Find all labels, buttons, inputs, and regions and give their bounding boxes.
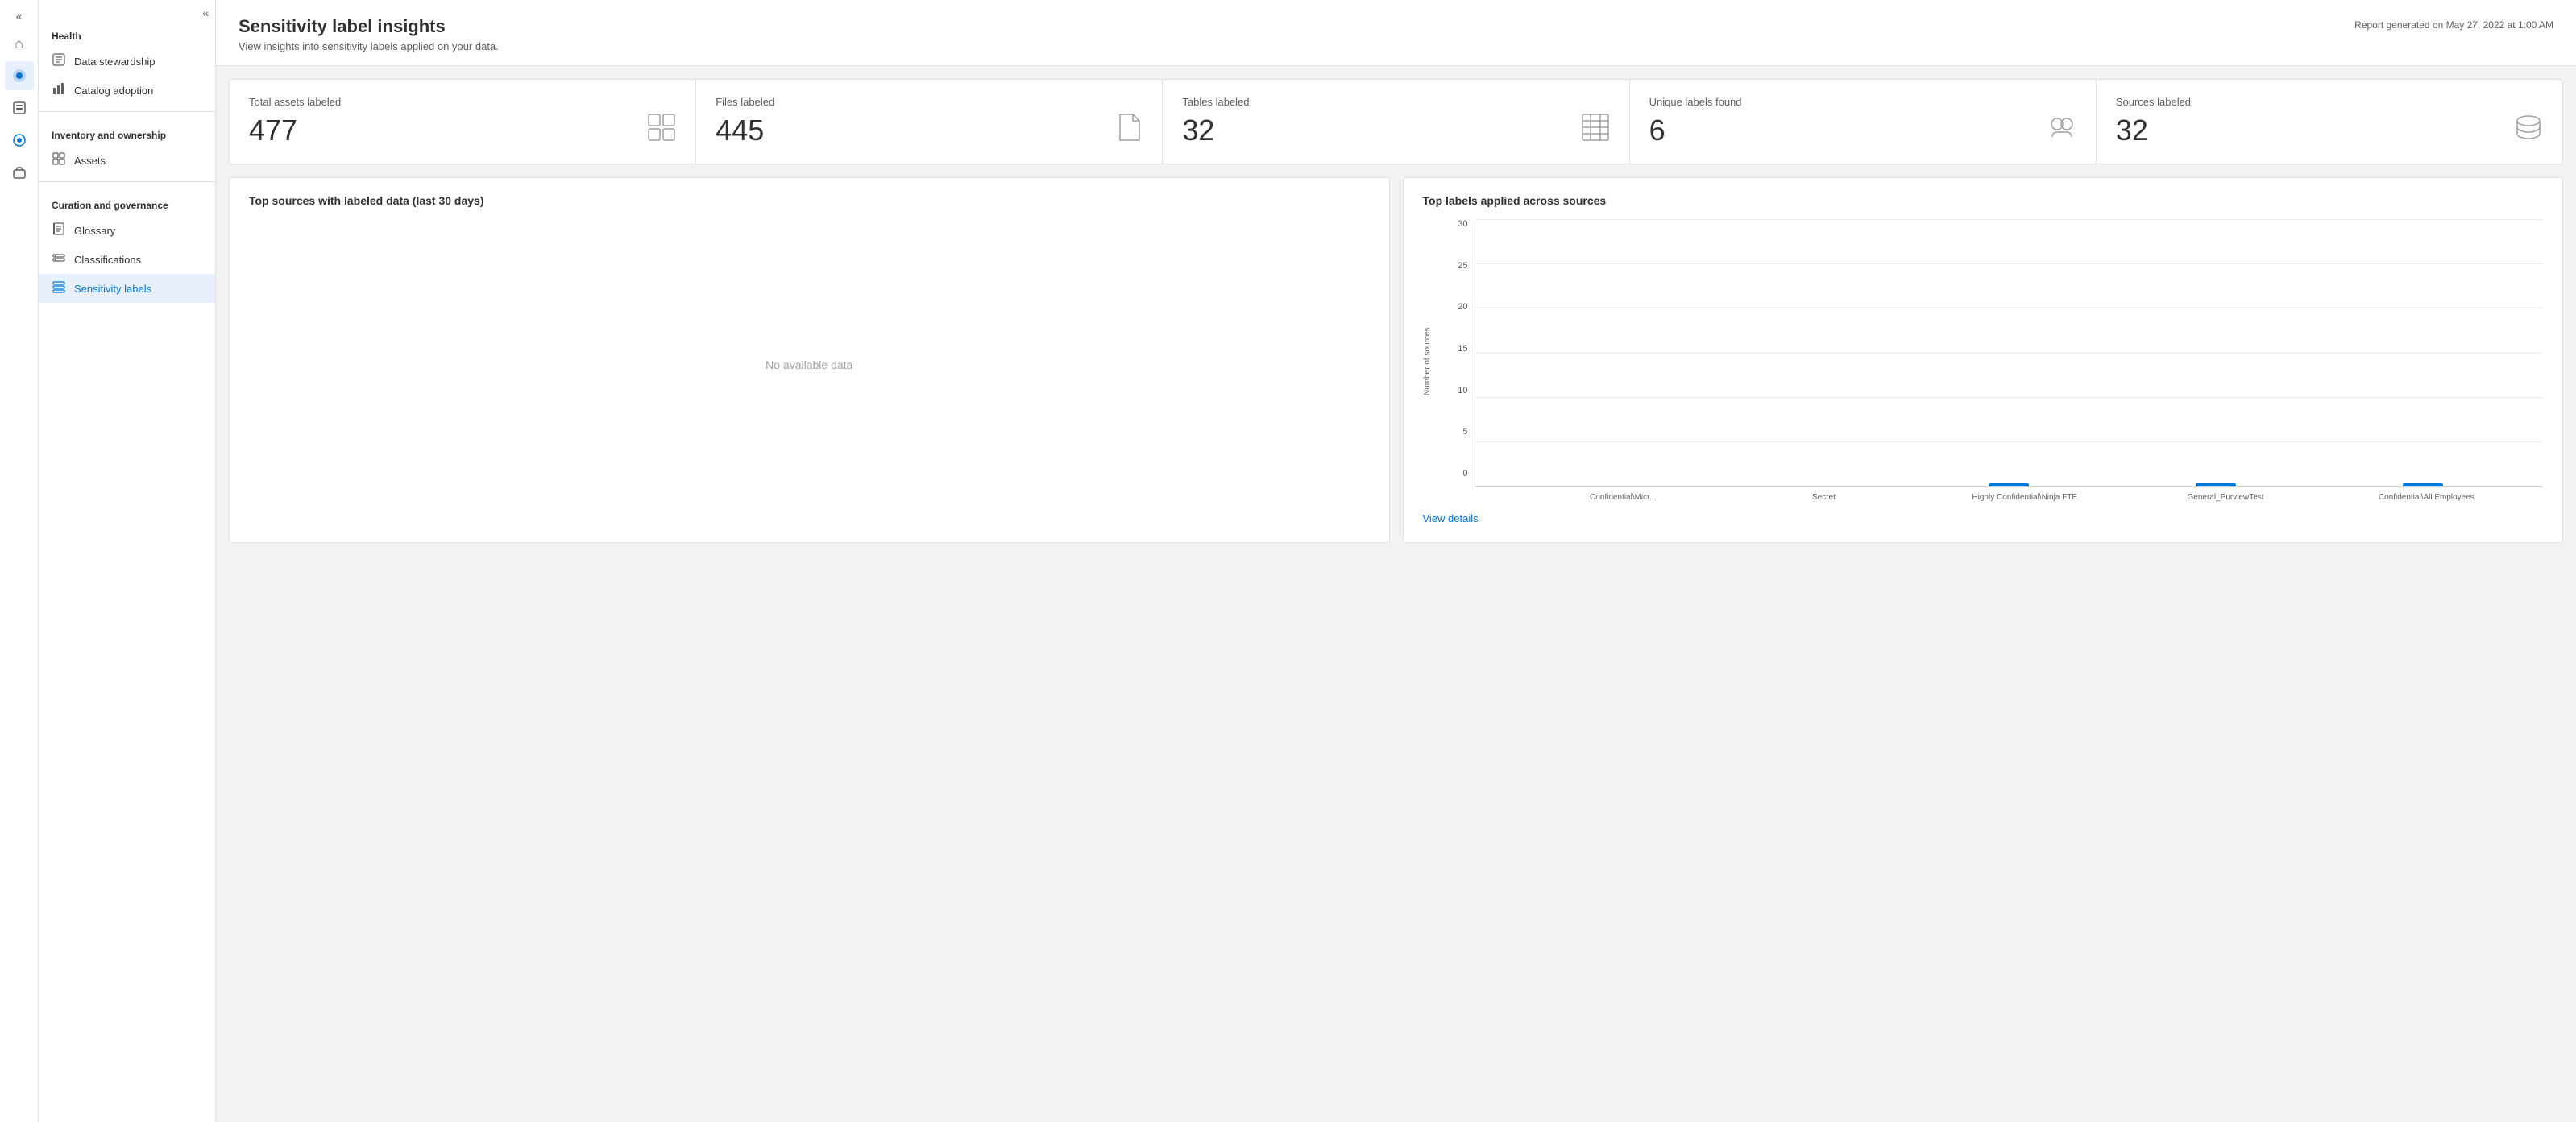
y-axis-5: 5	[1462, 428, 1467, 437]
page-header: Sensitivity label insights View insights…	[216, 0, 2576, 66]
bar-group-3	[2113, 483, 2320, 486]
right-chart-card: Top labels applied across sources Number…	[1403, 177, 2564, 543]
bar-4	[2403, 483, 2443, 486]
nav-icon-home[interactable]: ⌂	[5, 29, 34, 58]
main-content: Sensitivity label insights View insights…	[216, 0, 2576, 1122]
bars-container	[1475, 220, 2544, 486]
y-axis-25: 25	[1458, 262, 1467, 271]
stat-icon-total-assets	[647, 113, 676, 147]
sensitivity-labels-label: Sensitivity labels	[74, 283, 151, 295]
x-labels: Confidential\Micr... Secret Highly Confi…	[1475, 487, 2544, 503]
stat-value-tables: 32	[1182, 116, 1214, 145]
section-header-curation: Curation and governance	[39, 188, 215, 216]
sidebar-item-assets[interactable]: Assets	[39, 146, 215, 175]
catalog-adoption-icon	[52, 82, 66, 98]
stat-card-files: Files labeled 445	[696, 80, 1163, 164]
nav-icon-catalog[interactable]	[5, 61, 34, 90]
collapse-rail-button[interactable]: «	[5, 6, 34, 26]
y-axis: 30 25 20 15 10 5 0	[1442, 220, 1475, 503]
nav-icon-briefcase[interactable]	[5, 158, 34, 187]
x-label-1: Secret	[1724, 492, 1924, 503]
section-header-health: Health	[39, 19, 215, 47]
report-timestamp: Report generated on May 27, 2022 at 1:00…	[2354, 19, 2553, 31]
stat-label-unique-labels: Unique labels found	[1649, 96, 2076, 108]
view-details-link[interactable]: View details	[1423, 512, 1479, 524]
bar-group-2	[1906, 483, 2113, 486]
stat-icon-unique-labels	[2047, 113, 2076, 147]
left-chart-title: Top sources with labeled data (last 30 d…	[249, 194, 1370, 207]
sidebar-item-data-stewardship[interactable]: Data stewardship	[39, 47, 215, 76]
classifications-label: Classifications	[74, 254, 141, 266]
section-header-inventory: Inventory and ownership	[39, 118, 215, 146]
x-label-3: General_PurviewTest	[2125, 492, 2325, 503]
catalog-adoption-label: Catalog adoption	[74, 85, 153, 97]
right-chart-title: Top labels applied across sources	[1423, 194, 2544, 207]
stat-icon-tables	[1581, 113, 1610, 147]
stats-row: Total assets labeled 477 Files labeled 4…	[229, 79, 2563, 164]
assets-label: Assets	[74, 155, 106, 167]
nav-icon-governance[interactable]	[5, 126, 34, 155]
sensitivity-labels-icon	[52, 280, 66, 296]
stat-card-tables: Tables labeled 32	[1163, 80, 1629, 164]
sidebar-item-classifications[interactable]: Classifications	[39, 245, 215, 274]
glossary-label: Glossary	[74, 225, 115, 237]
y-axis-0: 0	[1462, 470, 1467, 478]
stat-label-files: Files labeled	[716, 96, 1143, 108]
stat-value-sources: 32	[2116, 116, 2148, 145]
stat-card-total-assets: Total assets labeled 477	[230, 80, 696, 164]
page-title: Sensitivity label insights	[239, 16, 499, 37]
stat-label-sources: Sources labeled	[2116, 96, 2543, 108]
stat-icon-sources	[2514, 113, 2543, 147]
charts-row: Top sources with labeled data (last 30 d…	[229, 177, 2563, 543]
x-label-2: Highly Confidential\Ninja FTE	[1924, 492, 2125, 503]
no-data-label: No available data	[249, 220, 1370, 510]
bar-2	[1989, 483, 2029, 486]
sidebar-item-catalog-adoption[interactable]: Catalog adoption	[39, 76, 215, 105]
stat-card-unique-labels: Unique labels found 6	[1630, 80, 2097, 164]
stat-label-total-assets: Total assets labeled	[249, 96, 676, 108]
y-axis-10: 10	[1458, 387, 1467, 395]
assets-icon	[52, 152, 66, 168]
y-axis-15: 15	[1458, 345, 1467, 354]
sidebar: « Health Data stewardship Catalog adopti…	[39, 0, 216, 1122]
y-axis-20: 20	[1458, 303, 1467, 312]
y-axis-30: 30	[1458, 220, 1467, 229]
data-stewardship-icon	[52, 53, 66, 69]
stat-value-total-assets: 477	[249, 116, 297, 145]
sidebar-item-sensitivity-labels[interactable]: Sensitivity labels	[39, 274, 215, 303]
data-stewardship-label: Data stewardship	[74, 56, 155, 68]
sidebar-collapse-button[interactable]: «	[202, 6, 209, 19]
sidebar-item-glossary[interactable]: Glossary	[39, 216, 215, 245]
stat-icon-files	[1117, 113, 1143, 147]
glossary-icon	[52, 222, 66, 238]
x-label-0: Confidential\Micr...	[1523, 492, 1724, 503]
page-subtitle: View insights into sensitivity labels ap…	[239, 40, 499, 52]
stat-card-sources: Sources labeled 32	[2097, 80, 2562, 164]
bar-3	[2196, 483, 2236, 486]
icon-rail: « ⌂	[0, 0, 39, 1122]
bar-chart-grid	[1475, 220, 2544, 487]
bar-chart: Number of sources 30 25 20 15 10 5 0	[1423, 220, 2544, 526]
left-chart-card: Top sources with labeled data (last 30 d…	[229, 177, 1390, 543]
stat-value-unique-labels: 6	[1649, 116, 1665, 145]
bar-group-4	[2320, 483, 2527, 486]
stat-label-tables: Tables labeled	[1182, 96, 1609, 108]
y-axis-title: Number of sources	[1423, 220, 1439, 503]
nav-icon-assets[interactable]	[5, 93, 34, 122]
stat-value-files: 445	[716, 116, 764, 145]
classifications-icon	[52, 251, 66, 267]
x-label-4: Confidential\All Employees	[2326, 492, 2527, 503]
